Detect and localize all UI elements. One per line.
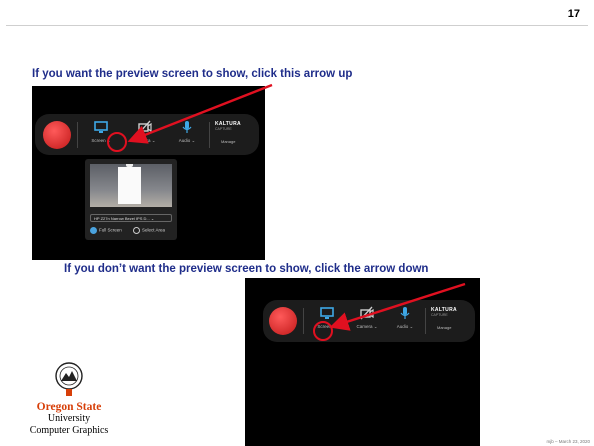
camera-label[interactable]: Camera ⌄ [349, 324, 385, 330]
record-button[interactable] [269, 307, 297, 335]
radio-icon[interactable] [133, 227, 140, 234]
microphone-icon [169, 119, 205, 135]
logo-university: University [47, 413, 91, 424]
instruction-arrow-up: If you want the preview screen to show, … [32, 68, 353, 80]
capture-toolbar: Screen ⌄ Camera ⌄ Audio ⌄ KALTURA CAPTUR… [263, 300, 475, 342]
audio-tool[interactable]: Audio ⌄ [169, 119, 205, 144]
monitor-select[interactable]: HP Z27n Narrow Bezel IPS D... ⌄ [90, 214, 172, 222]
top-divider [6, 25, 588, 26]
manage-button[interactable]: Manage [221, 139, 255, 144]
camera-tool[interactable]: Camera ⌄ [349, 305, 385, 330]
screen-tool[interactable]: Screen ⌄ [83, 119, 119, 144]
audio-tool[interactable]: Audio ⌄ [387, 305, 423, 330]
camera-off-icon [127, 119, 163, 135]
preview-window-shape [118, 167, 141, 204]
logo-name: Oregon State [36, 401, 102, 413]
footer-note: mjb – March 23, 2020 [546, 439, 590, 444]
option-full-label: Full Screen [99, 227, 122, 233]
slide: 17 If you want the preview screen to sho… [0, 0, 594, 446]
preview-collapse-handle[interactable] [126, 164, 133, 167]
option-area-label: Select Area [142, 227, 166, 233]
camera-tool[interactable]: Camera ⌄ [127, 119, 163, 144]
kaltura-logo-sub: CAPTURE [215, 127, 232, 131]
screen-label[interactable]: Screen ⌄ [83, 138, 119, 144]
option-full-screen[interactable]: Full Screen [90, 227, 122, 234]
radio-selected-icon[interactable] [90, 227, 97, 234]
kaltura-brand: KALTURA CAPTURE Manage [431, 307, 471, 330]
audio-label[interactable]: Audio ⌄ [169, 138, 205, 144]
logo-department: Computer Graphics [29, 425, 109, 436]
screenshot-preview-open: Screen ⌄ Camera ⌄ Audio ⌄ KALTURA CAPTUR… [32, 86, 265, 260]
toolbar-divider [425, 308, 426, 334]
capture-toolbar: Screen ⌄ Camera ⌄ Audio ⌄ KALTURA CAPTUR… [35, 114, 259, 155]
toolbar-divider [77, 122, 78, 148]
screen-preview-thumbnail [90, 164, 172, 207]
manage-button[interactable]: Manage [437, 325, 471, 330]
instruction-arrow-down: If you don’t want the preview screen to … [64, 263, 429, 275]
camera-label[interactable]: Camera ⌄ [127, 138, 163, 144]
audio-label[interactable]: Audio ⌄ [387, 324, 423, 330]
osu-logo: Oregon State University Computer Graphic… [14, 356, 124, 446]
camera-off-icon [349, 305, 385, 321]
screen-label[interactable]: Screen ⌄ [309, 324, 345, 330]
kaltura-brand: KALTURA CAPTURE Manage [215, 121, 255, 144]
screen-preview-panel: HP Z27n Narrow Bezel IPS D... ⌄ Full Scr… [85, 159, 177, 240]
option-select-area[interactable]: Select Area [133, 227, 165, 234]
toolbar-divider [303, 308, 304, 334]
kaltura-logo-sub: CAPTURE [431, 313, 448, 317]
record-button[interactable] [43, 121, 71, 149]
page-number: 17 [567, 8, 580, 20]
screen-tool[interactable]: Screen ⌄ [309, 305, 345, 330]
monitor-icon [309, 305, 345, 321]
monitor-icon [83, 119, 119, 135]
screenshot-preview-closed: Screen ⌄ Camera ⌄ Audio ⌄ KALTURA CAPTUR… [245, 278, 480, 446]
osu-seal-icon [55, 362, 83, 396]
toolbar-divider [209, 122, 210, 148]
microphone-icon [387, 305, 423, 321]
